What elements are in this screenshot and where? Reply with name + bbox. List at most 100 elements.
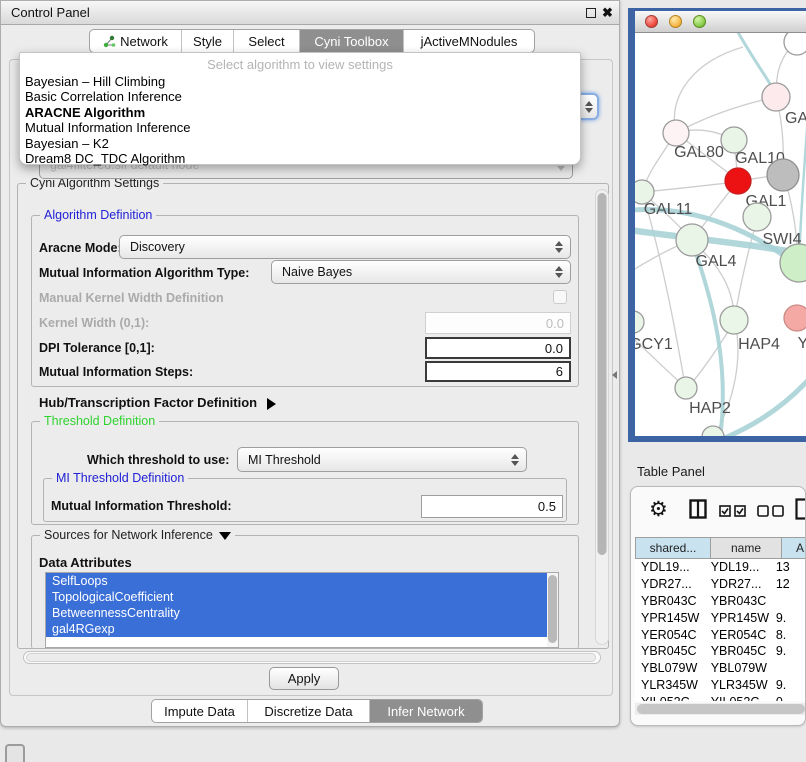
minimize-window-icon[interactable] — [669, 15, 682, 28]
attribute-item[interactable]: TopologicalCoefficient — [46, 589, 548, 605]
attributes-scrollbar[interactable] — [547, 573, 558, 647]
table-row[interactable]: YLR345WYLR345W9. — [635, 677, 806, 694]
table-row[interactable]: YBL079WYBL079W — [635, 660, 806, 677]
aracne-mode-combo[interactable]: Discovery — [119, 235, 571, 259]
network-window-titlebar[interactable] — [635, 11, 806, 33]
tab-discretize-data[interactable]: Discretize Data — [248, 700, 370, 722]
table-row[interactable]: YBR045CYBR045C9. — [635, 643, 806, 660]
aracne-mode-value: Discovery — [130, 240, 185, 254]
dpi-tolerance-label: DPI Tolerance [0,1]: — [39, 341, 155, 355]
column-header-shared-name[interactable]: shared... — [635, 537, 711, 559]
float-window-icon[interactable] — [586, 8, 596, 18]
table-row[interactable]: YDL19...YDL19...13 — [635, 559, 806, 576]
network-canvas-svg: GALGAL80GAL10GAL1GAL11SWI4GAL4GCY1HAP4YH… — [635, 33, 806, 436]
scrollbar-thumb[interactable] — [26, 653, 596, 662]
node-label: HAP2 — [689, 400, 731, 417]
algorithm-option[interactable]: Mutual Information Inference — [25, 120, 575, 135]
mi-steps-value: 6 — [556, 364, 563, 379]
kernel-width-field[interactable]: 0.0 — [425, 312, 571, 334]
which-threshold-label: Which threshold to use: — [87, 453, 229, 467]
network-node[interactable] — [663, 120, 689, 146]
column-header-name[interactable]: name — [711, 537, 782, 559]
attribute-item[interactable]: SelfLoops — [46, 573, 548, 589]
algorithm-option[interactable]: Basic Correlation Inference — [25, 89, 575, 104]
network-node[interactable] — [762, 83, 790, 111]
attribute-item[interactable]: gal4RGexp — [46, 621, 548, 637]
algorithm-dropdown-placeholder: Select algorithm to view settings — [20, 57, 580, 72]
mi-algorithm-type-combo[interactable]: Naive Bayes — [271, 260, 571, 284]
document-icon[interactable] — [795, 498, 806, 520]
close-panel-icon[interactable]: ✖ — [602, 5, 613, 21]
algorithm-option[interactable]: Bayesian – K2 — [25, 136, 575, 151]
kernel-width-value: 0.0 — [546, 316, 564, 331]
scrollbar-thumb[interactable] — [637, 704, 805, 714]
tab-impute-data[interactable]: Impute Data — [152, 700, 248, 722]
scrollbar-thumb[interactable] — [548, 575, 557, 643]
hub-definition-toggle[interactable]: Hub/Transcription Factor Definition — [39, 395, 276, 410]
column-header-clipped[interactable]: A — [782, 537, 806, 559]
network-node[interactable] — [767, 159, 799, 191]
tab-jactivemnodules[interactable]: jActiveMNodules — [404, 30, 534, 52]
network-node[interactable] — [784, 305, 806, 331]
table-body[interactable]: YDL19...YDL19...13YDR27...YDR27...12YBR0… — [635, 559, 806, 701]
table-horizontal-scrollbar[interactable] — [635, 703, 806, 715]
sources-title[interactable]: Sources for Network Inference — [40, 528, 235, 542]
checked-pair-icon[interactable] — [719, 505, 747, 517]
table-row[interactable]: YDR27...YDR27...12 — [635, 576, 806, 593]
table-panel-title: Table Panel — [637, 464, 705, 479]
table-row[interactable]: YIL052CYIL052C0 — [635, 693, 806, 701]
table-cell: 9. — [770, 644, 806, 658]
dpi-tolerance-field[interactable]: 0.0 — [425, 337, 571, 359]
which-threshold-combo[interactable]: MI Threshold — [237, 447, 527, 472]
network-canvas[interactable]: GALGAL80GAL10GAL1GAL11SWI4GAL4GCY1HAP4YH… — [635, 33, 806, 436]
attribute-item[interactable]: BetweennessCentrality — [46, 605, 548, 621]
table-row[interactable]: YPR145WYPR145W9. — [635, 609, 806, 626]
algorithm-option[interactable]: Bayesian – Hill Climbing — [25, 74, 575, 89]
settings-horizontal-scrollbar[interactable] — [23, 651, 601, 664]
table-cell: 8. — [770, 628, 806, 642]
gear-icon[interactable]: ⚙ — [649, 495, 668, 523]
manual-kernel-label: Manual Kernel Width Definition — [39, 291, 224, 305]
tab-style[interactable]: Style — [182, 30, 234, 52]
data-attributes-label: Data Attributes — [39, 555, 132, 570]
mi-steps-field[interactable]: 6 — [425, 361, 571, 382]
manual-kernel-checkbox[interactable] — [553, 290, 567, 304]
network-node[interactable] — [635, 311, 644, 333]
mi-steps-label: Mutual Information Steps: — [39, 365, 193, 379]
scrollbar-thumb[interactable] — [598, 193, 607, 555]
table-row[interactable]: YER054CYER054C8. — [635, 626, 806, 643]
mi-threshold-field[interactable]: 0.5 — [421, 495, 563, 518]
stepper-icon — [555, 241, 563, 253]
control-panel-titlebar[interactable]: Control Panel ✖ — [1, 1, 619, 25]
network-node[interactable] — [676, 224, 708, 256]
close-window-icon[interactable] — [645, 15, 658, 28]
split-columns-icon[interactable] — [689, 499, 707, 519]
table-cell: YBL079W — [705, 661, 770, 675]
table-cell: YIL052C — [705, 695, 770, 701]
unchecked-pair-icon[interactable] — [757, 505, 785, 517]
tab-infer-network[interactable]: Infer Network — [370, 700, 482, 722]
kernel-width-label: Kernel Width (0,1): — [39, 316, 149, 330]
threshold-definition-title: Threshold Definition — [40, 414, 159, 428]
tab-select[interactable]: Select — [234, 30, 300, 52]
algorithm-options: Bayesian – Hill ClimbingBasic Correlatio… — [25, 74, 575, 166]
apply-button[interactable]: Apply — [269, 667, 339, 690]
network-node[interactable] — [720, 306, 748, 334]
zoom-window-icon[interactable] — [693, 15, 706, 28]
collapsed-panel-button[interactable] — [5, 744, 25, 762]
network-node[interactable] — [743, 203, 771, 231]
algorithm-option[interactable]: Dream8 DC_TDC Algorithm — [25, 151, 575, 166]
panel-splitter-handle[interactable] — [612, 371, 617, 379]
algorithm-option[interactable]: ARACNE Algorithm — [25, 105, 575, 120]
table-row[interactable]: YBR043CYBR043C — [635, 593, 806, 610]
table-cell: YDR27... — [635, 577, 705, 591]
tab-label: Style — [193, 34, 222, 49]
settings-vertical-scrollbar[interactable] — [595, 189, 609, 645]
control-panel-title: Control Panel — [1, 5, 90, 20]
tab-label: Impute Data — [164, 704, 235, 719]
tab-cyni-toolbox[interactable]: Cyni Toolbox — [300, 30, 404, 52]
network-node[interactable] — [675, 377, 697, 399]
tab-network[interactable]: Network — [90, 30, 182, 52]
network-node[interactable] — [725, 168, 751, 194]
tab-label: jActiveMNodules — [421, 34, 518, 49]
